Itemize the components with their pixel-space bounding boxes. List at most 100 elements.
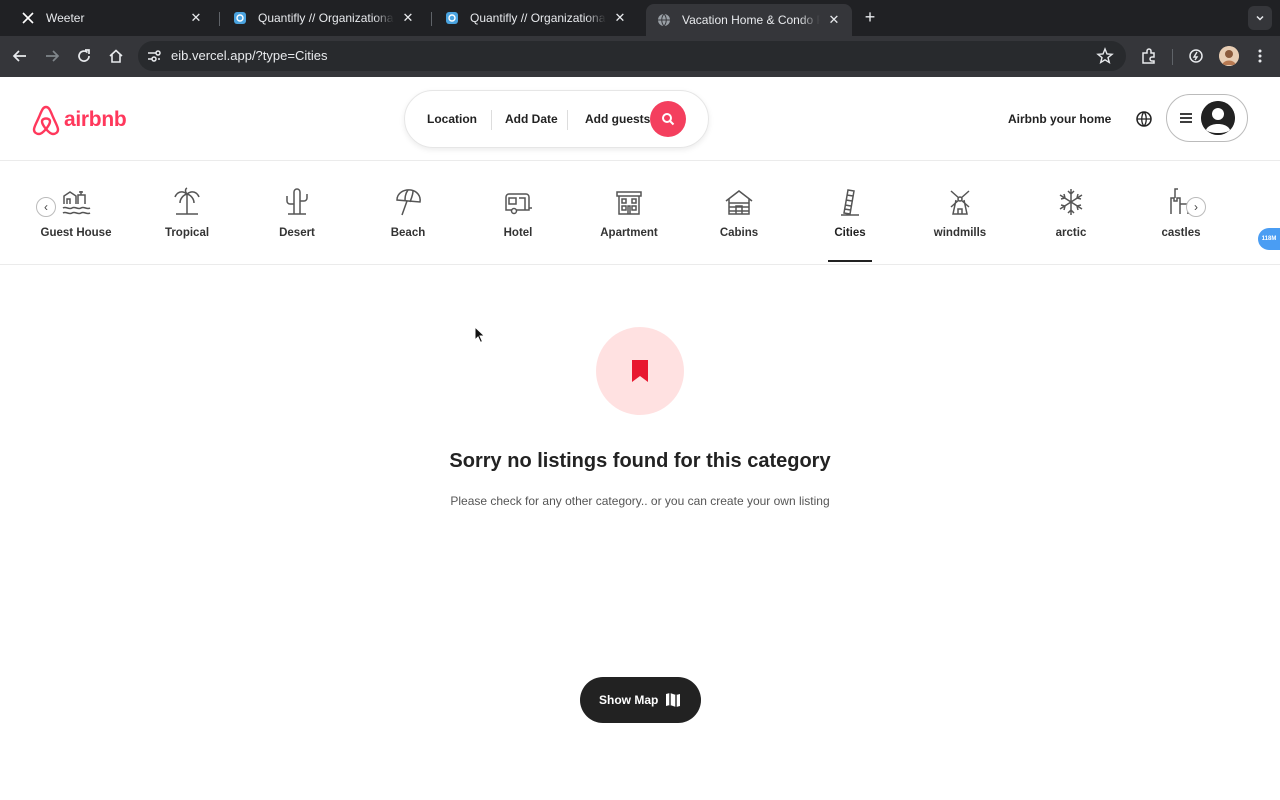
cactus-icon (286, 188, 308, 215)
hamburger-menu-icon (1179, 111, 1193, 125)
search-divider (491, 110, 492, 130)
date-field[interactable]: Add Date (505, 112, 558, 126)
host-your-home-link[interactable]: Airbnb your home (1008, 112, 1111, 126)
user-menu-button[interactable] (1166, 94, 1248, 142)
show-map-button[interactable]: Show Map (580, 677, 701, 723)
tab-title: Quantifly // Organizational Dia (470, 11, 606, 25)
category-label: Cabins (719, 227, 759, 239)
category-scroll-right-button[interactable]: › (1186, 197, 1206, 217)
arrow-left-icon (12, 50, 26, 62)
new-tab-button[interactable]: + (860, 8, 880, 28)
category-label: Hotel (503, 227, 533, 239)
more-menu-icon[interactable] (1250, 46, 1270, 66)
category-apartment[interactable]: Apartment (574, 186, 684, 264)
tab-title: Quantifly // Organizational Dia (258, 11, 394, 25)
home-icon (109, 49, 123, 63)
search-icon (662, 113, 675, 126)
apartment-icon (616, 191, 642, 215)
category-tropical[interactable]: Tropical (132, 186, 242, 264)
x-logo-icon (20, 10, 36, 26)
empty-state-title: Sorry no listings found for this categor… (449, 450, 831, 472)
tab-search-button[interactable] (1248, 6, 1272, 30)
category-label: Tropical (164, 227, 210, 239)
memory-usage-badge[interactable]: 118M (1258, 228, 1280, 250)
category-bar: Guest House Tropical Desert Beach Hotel … (0, 161, 1280, 265)
profile-avatar[interactable] (1219, 46, 1239, 66)
extensions-icon[interactable] (1139, 46, 1159, 66)
category-label: Beach (390, 227, 426, 239)
location-field[interactable]: Location (427, 112, 477, 126)
category-castles[interactable]: castles (1126, 186, 1236, 264)
umbrella-icon (396, 189, 421, 216)
category-hotel[interactable]: Hotel (463, 186, 573, 264)
category-label: windmills (933, 227, 987, 239)
globe-icon[interactable] (1134, 109, 1154, 129)
tab-divider (431, 12, 432, 26)
tab-divider (219, 12, 220, 26)
extension-shortcut-icon[interactable] (1186, 46, 1206, 66)
caravan-icon (505, 193, 532, 215)
arrow-right-icon (46, 50, 60, 62)
category-arctic[interactable]: arctic (1016, 186, 1126, 264)
search-bar[interactable]: Location Add Date Add guests (404, 90, 709, 148)
back-button[interactable] (9, 45, 31, 67)
category-beach[interactable]: Beach (353, 186, 463, 264)
chevron-left-icon: ‹ (44, 200, 48, 214)
search-divider (567, 110, 568, 130)
category-label: Desert (279, 227, 315, 239)
windmill-icon (950, 190, 970, 215)
cabin-icon (725, 190, 753, 215)
guest-house-icon (62, 191, 91, 215)
map-icon (665, 692, 681, 708)
tab-title: Weeter (46, 11, 85, 25)
home-button[interactable] (105, 45, 127, 67)
search-button[interactable] (650, 101, 686, 137)
site-info-icon[interactable] (146, 48, 162, 64)
category-cities[interactable]: Cities (795, 186, 905, 264)
category-guest-house[interactable]: Guest House (21, 186, 131, 264)
chevron-down-icon (1256, 15, 1264, 21)
quantifly-icon (444, 10, 460, 26)
category-label: arctic (1055, 227, 1087, 239)
snowflake-icon (1059, 189, 1083, 215)
forward-button[interactable] (41, 45, 63, 67)
url-text[interactable]: eib.vercel.app/?type=Cities (171, 48, 327, 63)
site-header: airbnb Location Add Date Add guests Airb… (0, 77, 1280, 161)
category-windmills[interactable]: windmills (905, 186, 1015, 264)
close-tab-icon[interactable]: ✕ (188, 10, 204, 26)
category-desert[interactable]: Desert (242, 186, 352, 264)
guests-field[interactable]: Add guests (585, 112, 650, 126)
chevron-right-icon: › (1194, 200, 1198, 214)
bookmark-icon (632, 360, 648, 382)
mouse-cursor-icon (474, 326, 486, 344)
reload-icon (78, 49, 90, 62)
globe-icon (656, 12, 672, 28)
close-tab-icon[interactable]: ✕ (612, 10, 628, 26)
browser-toolbar: eib.vercel.app/?type=Cities (0, 36, 1280, 77)
user-avatar-icon (1201, 101, 1235, 135)
leaning-tower-icon (841, 189, 859, 216)
category-cabins[interactable]: Cabins (684, 186, 794, 264)
bookmark-star-icon[interactable] (1096, 47, 1114, 65)
category-label: Guest House (40, 227, 112, 239)
address-bar[interactable]: eib.vercel.app/?type=Cities (138, 41, 1126, 71)
category-label: Cities (834, 227, 866, 239)
browser-tab-active[interactable]: Vacation Home & Condo Rent ✕ (646, 4, 852, 36)
close-tab-icon[interactable]: ✕ (826, 12, 842, 28)
empty-state-icon-circle (596, 327, 684, 415)
close-tab-icon[interactable]: ✕ (400, 10, 416, 26)
reload-button[interactable] (73, 45, 95, 67)
browser-tab-2[interactable]: Quantifly // Organizational Dia ✕ (222, 4, 426, 32)
category-label: castles (1161, 227, 1201, 239)
palm-tree-icon (174, 187, 200, 215)
brand-name: airbnb (64, 108, 127, 131)
category-scroll-left-button[interactable]: ‹ (36, 197, 56, 217)
category-label: Apartment (600, 227, 658, 239)
browser-tab-1[interactable]: Weeter ✕ (10, 4, 214, 32)
selected-category-underline (828, 260, 872, 262)
tab-title: Vacation Home & Condo Rent (682, 13, 820, 27)
toolbar-divider (1172, 49, 1173, 65)
airbnb-logo[interactable]: airbnb (31, 104, 127, 136)
browser-tab-3[interactable]: Quantifly // Organizational Dia ✕ (434, 4, 638, 32)
quantifly-icon (232, 10, 248, 26)
